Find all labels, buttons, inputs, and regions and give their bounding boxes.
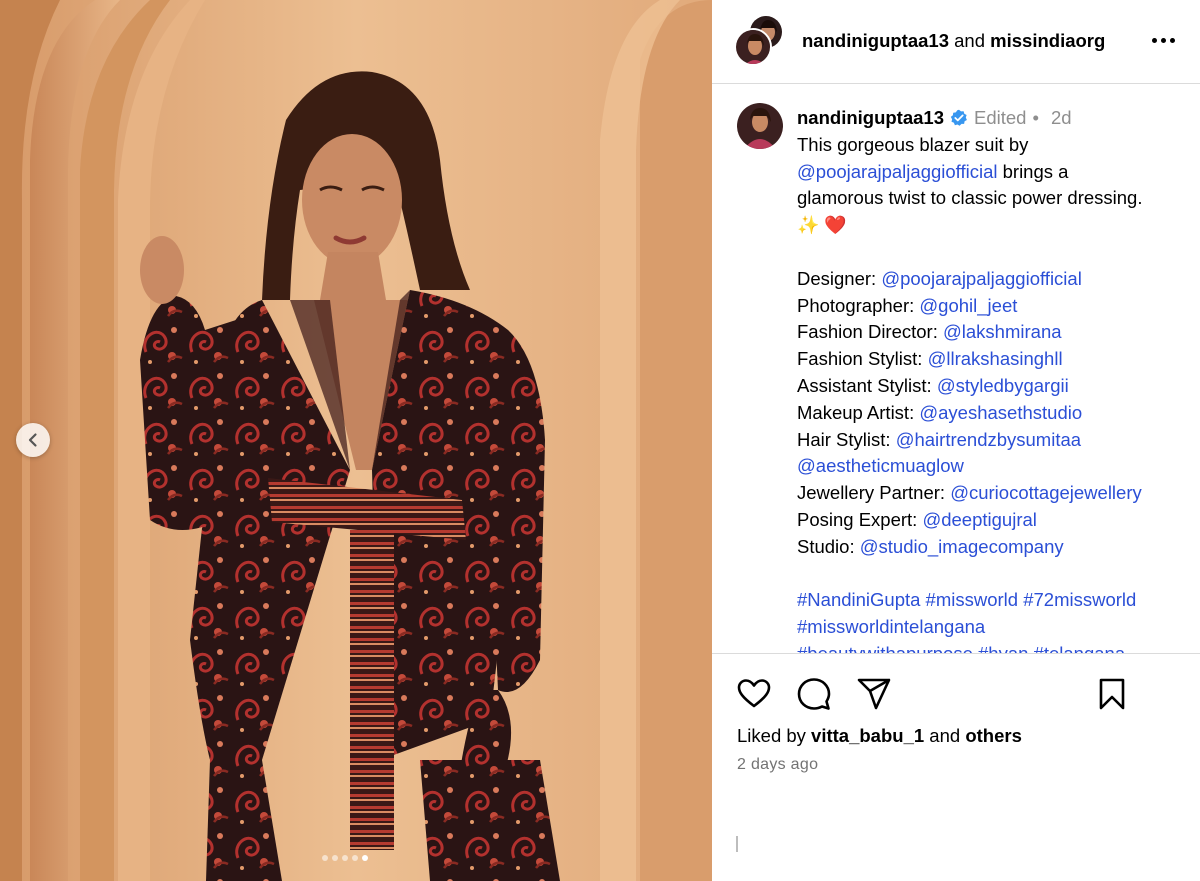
credit-handle-link[interactable]: @aestheticmuaglow [797,455,964,476]
more-options-button[interactable] [1152,30,1182,50]
carousel-dot [332,855,338,861]
credit-handle-link[interactable]: @hairtrendzbysumitaa [896,429,1081,450]
credit-label: Hair Stylist: [797,428,896,450]
comment-icon[interactable] [796,676,832,712]
credit-handle-link[interactable]: @gohil_jeet [919,295,1017,316]
credit-label: Assistant Stylist: [797,374,937,396]
hashtags-line[interactable]: #beautywithapurpose #hyan #telangana [797,641,1192,653]
credit-line: Hair Stylist: @hairtrendzbysumitaa [797,427,1192,454]
credit-label: Makeup Artist: [797,401,920,423]
hashtags-line[interactable]: #NandiniGupta #missworld #72missworld [797,587,1192,614]
credit-line: Studio: @studio_imagecompany [797,534,1192,561]
credit-line: Fashion Director: @lakshmirana [797,319,1192,346]
more-horizontal-icon [1152,37,1157,43]
credit-handle-link[interactable]: @llrakshasinghll [928,348,1063,369]
liked-connector: and [924,725,966,746]
share-icon[interactable] [856,676,892,712]
header-connector: and [954,30,986,51]
credit-handle-link[interactable]: @ayeshasethstudio [919,402,1082,423]
credit-label: Jewellery Partner: [797,482,951,504]
credit-line: Designer: @poojarajpaljaggiofficial [797,266,1192,293]
caption-text: nandiniguptaa13 Edited • 2d This gorgeou… [797,105,1192,653]
caption-header: nandiniguptaa13 Edited • 2d [797,105,1192,132]
credit-line: Posing Expert: @deeptigujral [797,507,1192,534]
carousel-dot [342,855,348,861]
collab-title: nandiniguptaa13 and missindiaorg [802,30,1105,52]
caption-username[interactable]: nandiniguptaa13 [797,105,944,132]
credit-line: @aestheticmuaglow [797,453,1192,480]
credit-line: Makeup Artist: @ayeshasethstudio [797,400,1192,427]
credit-line: Jewellery Partner: @curiocottagejeweller… [797,480,1192,507]
action-bar: Liked by vitta_babu_1 and others 2 days … [712,653,1200,881]
chevron-left-icon [28,433,37,447]
post-time-short[interactable]: 2d [1051,105,1072,132]
credit-handle-link[interactable]: @styledbygargii [937,375,1069,396]
credit-line: Photographer: @gohil_jeet [797,293,1192,320]
post-header: nandiniguptaa13 and missindiaorg [712,0,1200,84]
verified-badge-icon [950,110,967,127]
carousel-dot [322,855,328,861]
text-cursor [736,836,738,852]
caption-avatar[interactable] [737,103,783,149]
credit-handle-link[interactable]: @curiocottagejewellery [950,482,1142,503]
credit-handle-link[interactable]: @deeptigujral [922,509,1036,530]
caption-emojis: ✨ ❤️ [797,215,847,236]
credit-handle-link[interactable]: @studio_imagecompany [860,536,1064,557]
heart-icon[interactable] [736,676,772,712]
credit-label: Fashion Director: [797,321,943,343]
post-photo[interactable] [0,0,712,881]
liked-prefix: Liked by [737,725,812,746]
caption-line: glamorous twist to classic power dressin… [797,187,1143,209]
post-timestamp[interactable]: 2 days ago [737,756,818,774]
caption-section: nandiniguptaa13 Edited • 2d This gorgeou… [712,85,1200,653]
header-username-1[interactable]: nandiniguptaa13 [802,30,949,51]
caption-line: @poojarajpaljaggiofficial brings a [797,159,1192,186]
collab-avatars[interactable] [734,14,786,68]
post-details-panel: nandiniguptaa13 and missindiaorg nandini… [712,0,1200,881]
carousel-dot-active [362,855,368,861]
credit-label: Posing Expert: [797,508,923,530]
credit-label: Fashion Stylist: [797,348,928,370]
mention-link[interactable]: @poojarajpaljaggiofficial [797,161,997,182]
bookmark-icon[interactable] [1094,676,1130,712]
meta-separator: • [1032,107,1039,128]
credit-line: Assistant Stylist: @styledbygargii [797,373,1192,400]
caption-fragment: brings a [997,160,1069,182]
credits-list: Designer: @poojarajpaljaggiofficial Photo… [797,266,1192,561]
credit-handle-link[interactable]: @poojarajpaljaggiofficial [881,268,1081,289]
likes-summary: Liked by vitta_babu_1 and others [737,725,1022,747]
credit-line: Fashion Stylist: @llrakshasinghll [797,346,1192,373]
credit-handle-link[interactable]: @lakshmirana [943,321,1062,342]
liked-others[interactable]: others [965,725,1022,746]
avatar-nandiniguptaa13[interactable] [734,28,772,66]
edited-label: Edited [974,107,1027,128]
caption-line: This gorgeous blazer suit by [797,133,1029,155]
post-image [0,0,712,881]
hashtags-line[interactable]: #missworldintelangana [797,614,1192,641]
carousel-indicator [322,855,368,861]
credit-label: Studio: [797,535,860,557]
credit-label: Photographer: [797,294,920,316]
header-username-2[interactable]: missindiaorg [990,30,1105,51]
carousel-previous-button[interactable] [16,423,50,457]
carousel-dot [352,855,358,861]
credit-label: Designer: [797,267,882,289]
liked-username[interactable]: vitta_babu_1 [811,725,924,746]
